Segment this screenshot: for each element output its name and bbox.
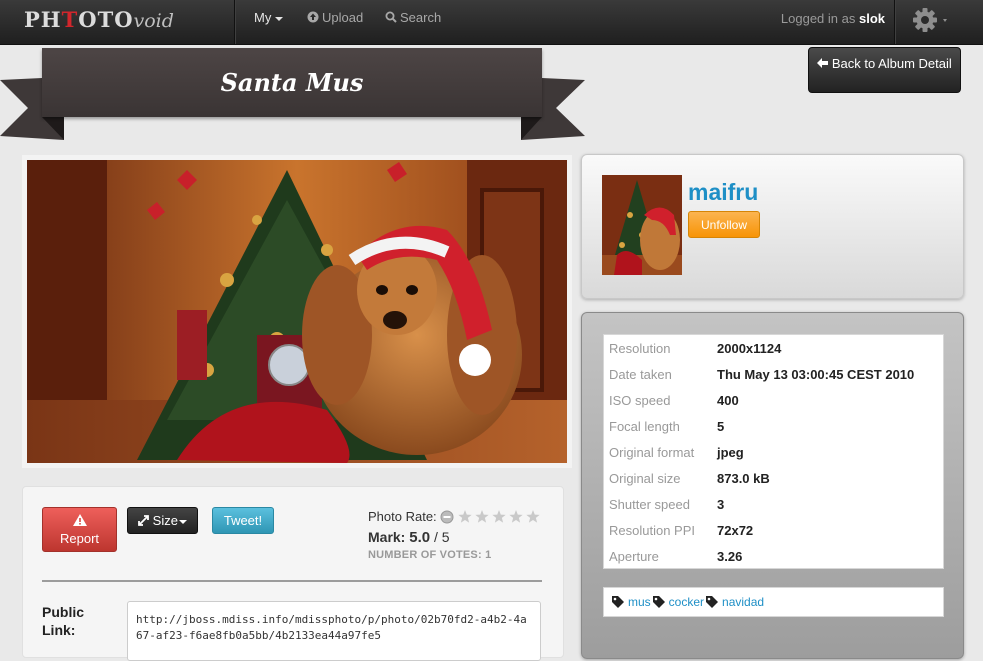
metadata-key: Resolution bbox=[609, 341, 671, 356]
nav-divider bbox=[894, 0, 896, 44]
mark-value: Mark: 5.0 / 5 bbox=[368, 529, 450, 546]
warning-icon bbox=[72, 514, 87, 526]
votes-count: NUMBER OF VOTES: 1 bbox=[368, 549, 492, 561]
metadata-value: 2000x1124 bbox=[717, 341, 782, 356]
photo-actions-panel: Report Size Tweet! Photo Rate: Mark: 5.0… bbox=[22, 486, 564, 661]
rating-star-icon[interactable] bbox=[458, 510, 472, 523]
tweet-button[interactable]: Tweet! bbox=[212, 507, 274, 534]
metadata-row: Focal length 5 bbox=[604, 413, 943, 439]
metadata-key: Shutter speed bbox=[609, 497, 690, 512]
title-ribbon: Santa Mus bbox=[0, 48, 585, 143]
my-menu[interactable]: My bbox=[254, 0, 284, 44]
photo-frame bbox=[22, 155, 572, 468]
metadata-value: 72x72 bbox=[717, 523, 754, 538]
search-icon bbox=[385, 11, 397, 23]
metadata-value: 3 bbox=[717, 497, 725, 512]
metadata-row: Original size 873.0 kB bbox=[604, 465, 943, 491]
tag-label: mus bbox=[628, 595, 651, 609]
tag-label: cocker bbox=[668, 595, 705, 609]
photo-rating: Photo Rate: Mark: 5.0 / 5 NUMBER OF VOTE… bbox=[368, 509, 548, 561]
photovoid-logo[interactable]: PHTOTOvoid bbox=[24, 7, 174, 35]
metadata-table: Resolution 2000x1124 Date taken Thu May 13 … bbox=[603, 334, 944, 569]
arrow-left-icon bbox=[817, 58, 829, 68]
resize-icon bbox=[138, 515, 149, 526]
rating-star-icon[interactable] bbox=[475, 510, 489, 523]
public-link-field[interactable]: http://jboss.mdiss.info/mdissphoto/p/pho… bbox=[127, 601, 541, 661]
tag-link[interactable]: mus bbox=[612, 595, 651, 609]
rating-star-icon[interactable] bbox=[492, 510, 506, 523]
metadata-key: ISO speed bbox=[609, 393, 671, 408]
settings-menu[interactable] bbox=[913, 6, 953, 37]
metadata-row: Aperture 3.26 bbox=[604, 543, 943, 569]
metadata-value: 873.0 kB bbox=[717, 471, 770, 486]
back-to-album-button[interactable]: Back to Album Detail bbox=[808, 47, 961, 93]
gear-icon bbox=[913, 8, 947, 32]
metadata-key: Aperture bbox=[609, 549, 659, 564]
metadata-row: Original format jpeg bbox=[604, 439, 943, 465]
logo-red-t: T bbox=[61, 7, 79, 32]
tag-icon bbox=[652, 596, 665, 608]
owner-panel: maifru Unfollow bbox=[581, 154, 964, 299]
public-link-label: Public Link: bbox=[42, 604, 85, 638]
metadata-key: Focal length bbox=[609, 419, 680, 434]
metadata-value: 5 bbox=[717, 419, 725, 434]
caret-down-icon bbox=[178, 519, 187, 524]
metadata-key: Original format bbox=[609, 445, 695, 460]
metadata-value: Thu May 13 03:00:45 CEST 2010 bbox=[717, 367, 915, 382]
clear-rating-icon[interactable] bbox=[440, 510, 454, 524]
tag-icon bbox=[706, 596, 719, 608]
tag-list: mus cocker navidad bbox=[603, 587, 944, 617]
tag-link[interactable]: navidad bbox=[706, 595, 764, 609]
nav-divider bbox=[234, 0, 236, 44]
metadata-value: 400 bbox=[717, 393, 739, 408]
rating-star-icon[interactable] bbox=[526, 510, 540, 523]
metadata-value: jpeg bbox=[717, 445, 744, 460]
metadata-row: Resolution PPI 72x72 bbox=[604, 517, 943, 543]
tag-icon bbox=[612, 596, 624, 608]
rating-star-icon[interactable] bbox=[509, 510, 523, 523]
upload-link[interactable]: Upload bbox=[307, 0, 363, 44]
metadata-value: 3.26 bbox=[717, 549, 743, 564]
metadata-row: ISO speed 400 bbox=[604, 387, 943, 413]
owner-name-link[interactable]: maifru bbox=[688, 179, 758, 206]
unfollow-button[interactable]: Unfollow bbox=[688, 211, 760, 238]
photo-title: Santa Mus bbox=[220, 68, 364, 97]
upload-icon bbox=[307, 11, 319, 23]
divider bbox=[42, 580, 542, 582]
caret-down-icon bbox=[275, 16, 284, 21]
tag-label: navidad bbox=[722, 595, 765, 609]
metadata-row: Resolution 2000x1124 bbox=[604, 335, 943, 361]
username: slok bbox=[858, 11, 885, 26]
metadata-key: Resolution PPI bbox=[609, 523, 695, 538]
rating-stars[interactable] bbox=[440, 510, 542, 527]
metadata-key: Date taken bbox=[609, 367, 672, 382]
tag-link[interactable]: cocker bbox=[652, 595, 705, 609]
top-navbar: PHTOTOvoid My Upload Search Logged in as… bbox=[0, 0, 983, 45]
metadata-row: Date taken Thu May 13 03:00:45 CEST 2010 bbox=[604, 361, 943, 387]
main-photo[interactable] bbox=[27, 160, 567, 463]
search-link[interactable]: Search bbox=[385, 0, 441, 44]
size-dropdown-button[interactable]: Size bbox=[127, 507, 198, 534]
owner-avatar[interactable] bbox=[602, 175, 682, 275]
metadata-key: Original size bbox=[609, 471, 681, 486]
metadata-row: Shutter speed 3 bbox=[604, 491, 943, 517]
report-button[interactable]: Report bbox=[42, 507, 117, 552]
logged-in-status: Logged in as slok bbox=[780, 11, 885, 26]
metadata-panel: Resolution 2000x1124 Date taken Thu May 13 … bbox=[581, 312, 964, 659]
